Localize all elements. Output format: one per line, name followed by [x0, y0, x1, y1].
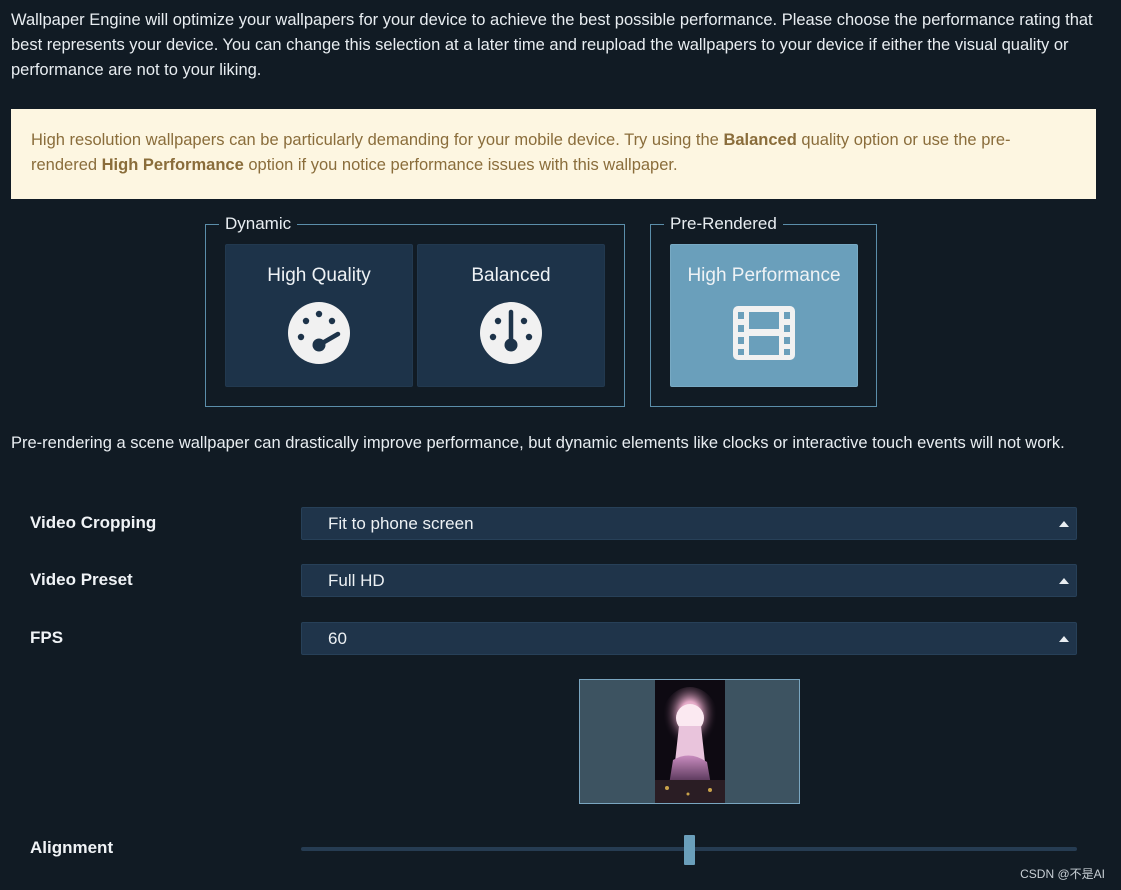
- warning-bold-balanced: Balanced: [723, 131, 797, 149]
- video-preset-value: Full HD: [328, 571, 385, 590]
- high-performance-button[interactable]: High Performance: [670, 244, 858, 387]
- intro-text: Wallpaper Engine will optimize your wall…: [11, 11, 1093, 79]
- fps-value: 60: [328, 629, 347, 648]
- fps-select[interactable]: 60: [301, 622, 1077, 655]
- balanced-label: Balanced: [471, 265, 551, 286]
- prerender-note: Pre-rendering a scene wallpaper can dras…: [11, 434, 1065, 452]
- video-cropping-value: Fit to phone screen: [328, 514, 474, 533]
- gauge-mid-icon: [480, 302, 542, 364]
- caret-up-icon: [1059, 578, 1069, 584]
- video-cropping-select[interactable]: Fit to phone screen: [301, 507, 1077, 540]
- crop-preview: [579, 679, 800, 804]
- film-icon: [733, 306, 795, 360]
- watermark: CSDN @不是AI: [1020, 867, 1105, 881]
- wallpaper-thumbnail: [655, 680, 725, 803]
- caret-up-icon: [1059, 636, 1069, 642]
- warning-text-1: High resolution wallpapers can be partic…: [31, 131, 724, 149]
- prerendered-group-legend: Pre-Rendered: [670, 214, 777, 233]
- balanced-button[interactable]: Balanced: [417, 244, 605, 387]
- dynamic-group-legend: Dynamic: [225, 214, 292, 233]
- alignment-slider-thumb[interactable]: [684, 835, 695, 865]
- video-preset-label: Video Preset: [30, 570, 133, 589]
- high-quality-label: High Quality: [267, 265, 371, 286]
- fps-label: FPS: [30, 628, 64, 647]
- high-performance-label: High Performance: [687, 265, 841, 286]
- gauge-high-icon: [288, 302, 350, 364]
- performance-warning: High resolution wallpapers can be partic…: [11, 109, 1096, 199]
- alignment-label: Alignment: [30, 838, 114, 857]
- warning-text-3: option if you notice performance issues …: [243, 156, 678, 174]
- warning-bold-high-performance: High Performance: [101, 156, 244, 174]
- high-quality-button[interactable]: High Quality: [225, 244, 413, 387]
- video-cropping-label: Video Cropping: [30, 513, 157, 532]
- caret-up-icon: [1059, 521, 1069, 527]
- video-preset-select[interactable]: Full HD: [301, 564, 1077, 597]
